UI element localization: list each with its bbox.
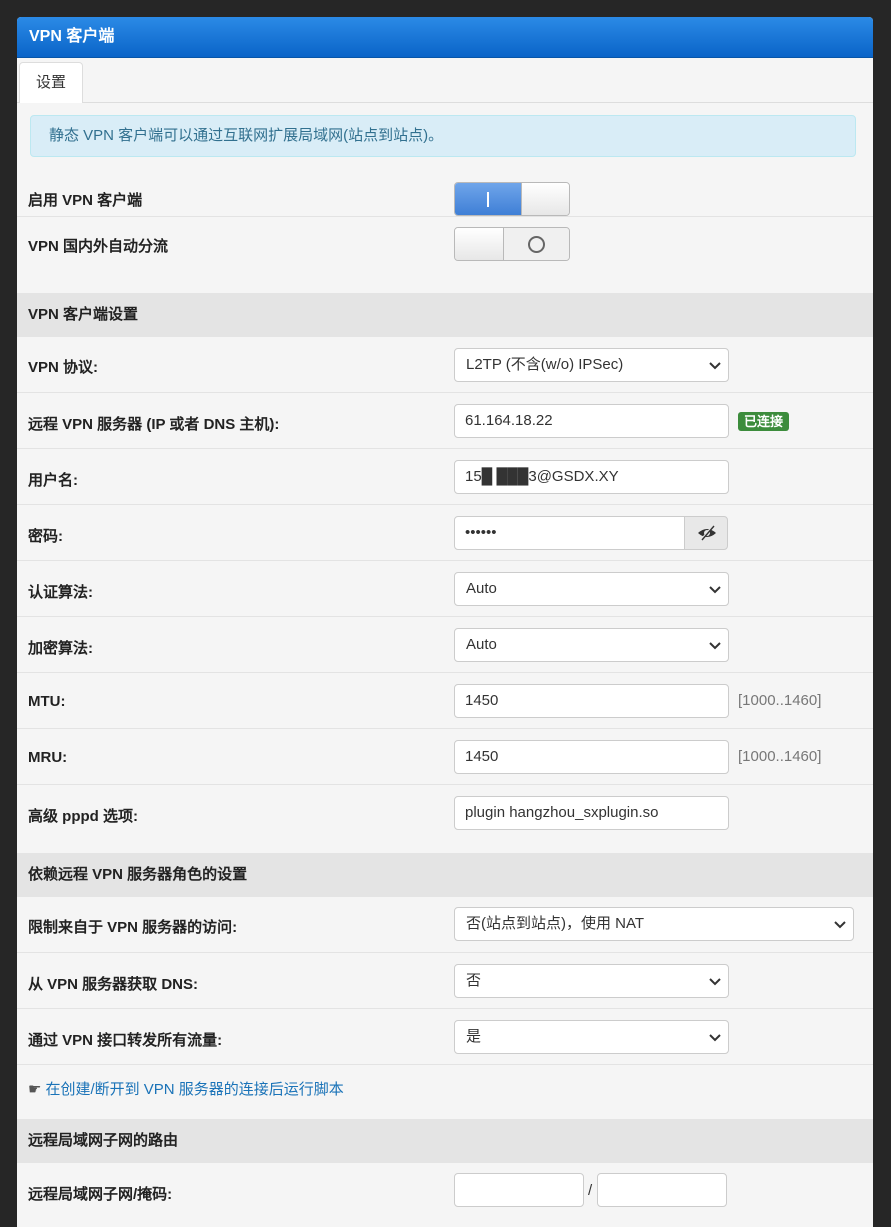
forward-all-row: 通过 VPN 接口转发所有流量: 是 <box>17 1008 873 1065</box>
enc-algo-value: Auto <box>466 636 497 653</box>
get-dns-select[interactable]: 否 <box>454 964 729 998</box>
pppd-input[interactable]: plugin hangzhou_sxplugin.so <box>454 796 729 830</box>
section-role-settings: 依赖远程 VPN 服务器角色的设置 <box>17 853 873 897</box>
mtu-label: MTU: <box>28 693 66 710</box>
protocol-value: L2TP (不含(w/o) IPSec) <box>466 356 624 373</box>
chevron-down-icon <box>708 358 722 372</box>
section-routes: 远程局域网子网的路由 <box>17 1119 873 1163</box>
get-dns-row: 从 VPN 服务器获取 DNS: 否 <box>17 952 873 1009</box>
mtu-range-hint: [1000..1460] <box>738 692 822 709</box>
toggle-knob <box>521 183 569 215</box>
enable-vpn-row: 启用 VPN 客户端 <box>17 173 873 217</box>
restrict-access-row: 限制来自于 VPN 服务器的访问: 否(站点到站点)，使用 NAT <box>17 897 873 953</box>
section-client-settings: VPN 客户端设置 <box>17 293 873 337</box>
mru-range-hint: [1000..1460] <box>738 748 822 765</box>
remote-mask-input[interactable] <box>597 1173 727 1207</box>
tab-bar: 设置 <box>17 58 873 103</box>
password-row: 密码: •••••• <box>17 504 873 561</box>
forward-all-label: 通过 VPN 接口转发所有流量: <box>28 1032 223 1049</box>
pppd-label: 高级 pppd 选项: <box>28 808 138 825</box>
remote-subnet-input[interactable] <box>454 1173 584 1207</box>
subnet-mask-separator: / <box>588 1182 593 1199</box>
restrict-access-label: 限制来自于 VPN 服务器的访问: <box>28 919 238 936</box>
restrict-access-select[interactable]: 否(站点到站点)，使用 NAT <box>454 907 854 941</box>
tab-settings[interactable]: 设置 <box>19 62 83 103</box>
toggle-on-indicator <box>487 192 489 207</box>
protocol-label: VPN 协议: <box>28 359 99 376</box>
forward-all-select[interactable]: 是 <box>454 1020 729 1054</box>
enable-vpn-label: 启用 VPN 客户端 <box>28 192 143 209</box>
username-label: 用户名: <box>28 472 78 489</box>
remote-subnet-row: 远程局域网子网/掩码: / <box>17 1163 873 1227</box>
auth-algo-label: 认证算法: <box>28 584 93 601</box>
enc-algo-row: 加密算法: Auto <box>17 616 873 673</box>
chevron-down-icon <box>708 582 722 596</box>
enable-vpn-toggle[interactable] <box>454 182 570 216</box>
protocol-select[interactable]: L2TP (不含(w/o) IPSec) <box>454 348 729 382</box>
panel-title: VPN 客户端 <box>17 17 873 58</box>
chevron-down-icon <box>708 638 722 652</box>
mru-row: MRU: 1450 [1000..1460] <box>17 728 873 785</box>
pppd-row: 高级 pppd 选项: plugin hangzhou_sxplugin.so <box>17 784 873 854</box>
auto-split-row: VPN 国内外自动分流 <box>17 216 873 292</box>
auto-split-label: VPN 国内外自动分流 <box>28 238 169 255</box>
password-label: 密码: <box>28 528 63 545</box>
server-row: 远程 VPN 服务器 (IP 或者 DNS 主机): 61.164.18.22 … <box>17 392 873 449</box>
mtu-row: MTU: 1450 [1000..1460] <box>17 672 873 729</box>
chevron-down-icon <box>708 974 722 988</box>
get-dns-label: 从 VPN 服务器获取 DNS: <box>28 976 199 993</box>
script-link-row: ☛ 在创建/断开到 VPN 服务器的连接后运行脚本 <box>17 1064 873 1120</box>
chevron-down-icon <box>833 917 847 931</box>
mru-input[interactable]: 1450 <box>454 740 729 774</box>
toggle-off-indicator <box>528 236 545 253</box>
server-input[interactable]: 61.164.18.22 <box>454 404 729 438</box>
mru-label: MRU: <box>28 749 68 766</box>
enc-algo-select[interactable]: Auto <box>454 628 729 662</box>
protocol-row: VPN 协议: L2TP (不含(w/o) IPSec) <box>17 337 873 393</box>
auto-split-toggle[interactable] <box>454 227 570 261</box>
auth-algo-row: 认证算法: Auto <box>17 560 873 617</box>
connected-badge: 已连接 <box>738 412 790 431</box>
username-row: 用户名: 15█ ███3@GSDX.XY <box>17 448 873 505</box>
auth-algo-select[interactable]: Auto <box>454 572 729 606</box>
toggle-knob <box>455 228 504 260</box>
auth-algo-value: Auto <box>466 580 497 597</box>
enc-algo-label: 加密算法: <box>28 640 93 657</box>
run-script-link[interactable]: ☛ 在创建/断开到 VPN 服务器的连接后运行脚本 <box>28 1078 344 1099</box>
mtu-input[interactable]: 1450 <box>454 684 729 718</box>
vpn-client-panel: VPN 客户端 设置 静态 VPN 客户端可以通过互联网扩展局域网(站点到站点)… <box>17 17 873 1227</box>
password-input[interactable]: •••••• <box>454 516 685 550</box>
toggle-password-visibility-button[interactable] <box>684 516 728 550</box>
chevron-down-icon <box>708 1030 722 1044</box>
forward-all-value: 是 <box>466 1028 482 1045</box>
eye-slash-icon <box>698 525 716 541</box>
get-dns-value: 否 <box>466 972 482 989</box>
username-input[interactable]: 15█ ███3@GSDX.XY <box>454 460 729 494</box>
remote-subnet-label: 远程局域网子网/掩码: <box>28 1186 173 1203</box>
run-script-link-text: 在创建/断开到 VPN 服务器的连接后运行脚本 <box>45 1081 344 1098</box>
info-alert: 静态 VPN 客户端可以通过互联网扩展局域网(站点到站点)。 <box>30 115 856 157</box>
restrict-access-value: 否(站点到站点)，使用 NAT <box>466 915 645 932</box>
server-label: 远程 VPN 服务器 (IP 或者 DNS 主机): <box>28 416 280 433</box>
hand-pointer-icon: ☛ <box>28 1081 42 1098</box>
